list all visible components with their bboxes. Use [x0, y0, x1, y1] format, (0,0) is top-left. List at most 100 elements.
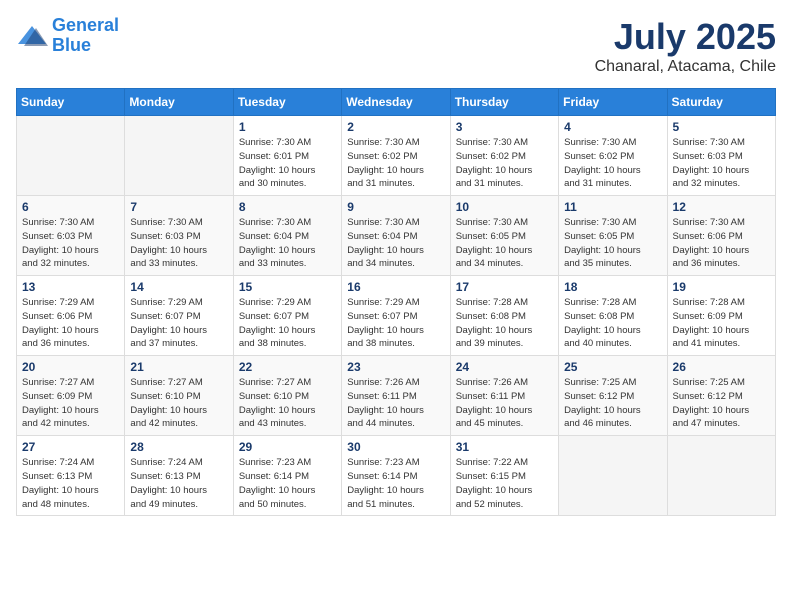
day-info: Sunrise: 7:30 AM Sunset: 6:06 PM Dayligh… — [673, 216, 770, 271]
title-block: July 2025 Chanaral, Atacama, Chile — [595, 16, 776, 76]
day-info: Sunrise: 7:30 AM Sunset: 6:05 PM Dayligh… — [564, 216, 661, 271]
calendar-cell: 19Sunrise: 7:28 AM Sunset: 6:09 PM Dayli… — [667, 276, 775, 356]
day-info: Sunrise: 7:27 AM Sunset: 6:09 PM Dayligh… — [22, 376, 119, 431]
day-info: Sunrise: 7:30 AM Sunset: 6:01 PM Dayligh… — [239, 136, 336, 191]
calendar-cell — [17, 116, 125, 196]
day-number: 6 — [22, 200, 119, 214]
location-title: Chanaral, Atacama, Chile — [595, 58, 776, 76]
day-info: Sunrise: 7:30 AM Sunset: 6:02 PM Dayligh… — [347, 136, 444, 191]
calendar-week-row: 6 Sunrise: 7:30 AM Sunset: 6:03 PM Daylig… — [17, 196, 776, 276]
calendar-cell: 12 Sunrise: 7:30 AM Sunset: 6:06 PM Dayli… — [667, 196, 775, 276]
day-info: Sunrise: 7:27 AM Sunset: 6:10 PM Dayligh… — [130, 376, 227, 431]
calendar-cell: 27Sunrise: 7:24 AM Sunset: 6:13 PM Dayli… — [17, 436, 125, 516]
day-info: Sunrise: 7:27 AM Sunset: 6:10 PM Dayligh… — [239, 376, 336, 431]
day-info: Sunrise: 7:29 AM Sunset: 6:06 PM Dayligh… — [22, 296, 119, 351]
calendar-cell: 9Sunrise: 7:30 AM Sunset: 6:04 PM Daylig… — [342, 196, 450, 276]
day-number: 24 — [456, 360, 553, 374]
calendar-cell: 15 Sunrise: 7:29 AM Sunset: 6:07 PM Dayli… — [233, 276, 341, 356]
day-info: Sunrise: 7:29 AM Sunset: 6:07 PM Dayligh… — [130, 296, 227, 351]
calendar-cell: 7Sunrise: 7:30 AM Sunset: 6:03 PM Daylig… — [125, 196, 233, 276]
calendar-week-row: 20 Sunrise: 7:27 AM Sunset: 6:09 PM Dayli… — [17, 356, 776, 436]
logo-text: General Blue — [52, 16, 119, 56]
page-header: General Blue July 2025 Chanaral, Atacama… — [16, 16, 776, 76]
calendar-cell: 22 Sunrise: 7:27 AM Sunset: 6:10 PM Dayli… — [233, 356, 341, 436]
calendar-cell: 18 Sunrise: 7:28 AM Sunset: 6:08 PM Dayli… — [559, 276, 667, 356]
day-info: Sunrise: 7:28 AM Sunset: 6:08 PM Dayligh… — [564, 296, 661, 351]
day-number: 30 — [347, 440, 444, 454]
day-info: Sunrise: 7:23 AM Sunset: 6:14 PM Dayligh… — [347, 456, 444, 511]
calendar-cell: 11 Sunrise: 7:30 AM Sunset: 6:05 PM Dayli… — [559, 196, 667, 276]
day-number: 18 — [564, 280, 661, 294]
day-info: Sunrise: 7:26 AM Sunset: 6:11 PM Dayligh… — [347, 376, 444, 431]
month-title: July 2025 — [595, 16, 776, 58]
day-number: 29 — [239, 440, 336, 454]
calendar-cell: 4Sunrise: 7:30 AM Sunset: 6:02 PM Daylig… — [559, 116, 667, 196]
calendar-cell: 30 Sunrise: 7:23 AM Sunset: 6:14 PM Dayli… — [342, 436, 450, 516]
calendar-table: SundayMondayTuesdayWednesdayThursdayFrid… — [16, 88, 776, 516]
day-info: Sunrise: 7:29 AM Sunset: 6:07 PM Dayligh… — [239, 296, 336, 351]
calendar-week-row: 27Sunrise: 7:24 AM Sunset: 6:13 PM Dayli… — [17, 436, 776, 516]
calendar-cell: 2Sunrise: 7:30 AM Sunset: 6:02 PM Daylig… — [342, 116, 450, 196]
calendar-cell: 5Sunrise: 7:30 AM Sunset: 6:03 PM Daylig… — [667, 116, 775, 196]
day-info: Sunrise: 7:25 AM Sunset: 6:12 PM Dayligh… — [673, 376, 770, 431]
day-number: 21 — [130, 360, 227, 374]
calendar-cell: 21 Sunrise: 7:27 AM Sunset: 6:10 PM Dayli… — [125, 356, 233, 436]
weekday-header: Tuesday — [233, 89, 341, 116]
day-info: Sunrise: 7:24 AM Sunset: 6:13 PM Dayligh… — [22, 456, 119, 511]
logo-icon — [16, 24, 48, 48]
calendar-cell: 8 Sunrise: 7:30 AM Sunset: 6:04 PM Daylig… — [233, 196, 341, 276]
day-info: Sunrise: 7:23 AM Sunset: 6:14 PM Dayligh… — [239, 456, 336, 511]
calendar-cell: 29 Sunrise: 7:23 AM Sunset: 6:14 PM Dayli… — [233, 436, 341, 516]
day-info: Sunrise: 7:30 AM Sunset: 6:04 PM Dayligh… — [239, 216, 336, 271]
day-number: 13 — [22, 280, 119, 294]
day-number: 15 — [239, 280, 336, 294]
calendar-cell: 13 Sunrise: 7:29 AM Sunset: 6:06 PM Dayli… — [17, 276, 125, 356]
calendar-cell: 31Sunrise: 7:22 AM Sunset: 6:15 PM Dayli… — [450, 436, 558, 516]
day-number: 26 — [673, 360, 770, 374]
weekday-header: Monday — [125, 89, 233, 116]
day-info: Sunrise: 7:30 AM Sunset: 6:05 PM Dayligh… — [456, 216, 553, 271]
day-info: Sunrise: 7:30 AM Sunset: 6:03 PM Dayligh… — [22, 216, 119, 271]
calendar-cell: 14 Sunrise: 7:29 AM Sunset: 6:07 PM Dayli… — [125, 276, 233, 356]
calendar-cell: 17Sunrise: 7:28 AM Sunset: 6:08 PM Dayli… — [450, 276, 558, 356]
calendar-cell: 26 Sunrise: 7:25 AM Sunset: 6:12 PM Dayli… — [667, 356, 775, 436]
day-number: 31 — [456, 440, 553, 454]
weekday-header: Sunday — [17, 89, 125, 116]
day-info: Sunrise: 7:29 AM Sunset: 6:07 PM Dayligh… — [347, 296, 444, 351]
day-number: 8 — [239, 200, 336, 214]
day-info: Sunrise: 7:24 AM Sunset: 6:13 PM Dayligh… — [130, 456, 227, 511]
weekday-header: Friday — [559, 89, 667, 116]
calendar-cell: 28 Sunrise: 7:24 AM Sunset: 6:13 PM Dayli… — [125, 436, 233, 516]
day-number: 28 — [130, 440, 227, 454]
day-number: 10 — [456, 200, 553, 214]
day-number: 1 — [239, 120, 336, 134]
day-info: Sunrise: 7:25 AM Sunset: 6:12 PM Dayligh… — [564, 376, 661, 431]
day-number: 9 — [347, 200, 444, 214]
calendar-cell: 23Sunrise: 7:26 AM Sunset: 6:11 PM Dayli… — [342, 356, 450, 436]
day-number: 20 — [22, 360, 119, 374]
day-number: 12 — [673, 200, 770, 214]
day-number: 22 — [239, 360, 336, 374]
calendar-cell: 25 Sunrise: 7:25 AM Sunset: 6:12 PM Dayli… — [559, 356, 667, 436]
weekday-header-row: SundayMondayTuesdayWednesdayThursdayFrid… — [17, 89, 776, 116]
day-number: 25 — [564, 360, 661, 374]
calendar-cell — [125, 116, 233, 196]
day-number: 17 — [456, 280, 553, 294]
day-number: 7 — [130, 200, 227, 214]
weekday-header: Wednesday — [342, 89, 450, 116]
weekday-header: Saturday — [667, 89, 775, 116]
calendar-cell: 20 Sunrise: 7:27 AM Sunset: 6:09 PM Dayli… — [17, 356, 125, 436]
calendar-week-row: 1 Sunrise: 7:30 AM Sunset: 6:01 PM Daylig… — [17, 116, 776, 196]
weekday-header: Thursday — [450, 89, 558, 116]
calendar-cell — [559, 436, 667, 516]
day-info: Sunrise: 7:30 AM Sunset: 6:02 PM Dayligh… — [456, 136, 553, 191]
calendar-cell: 24Sunrise: 7:26 AM Sunset: 6:11 PM Dayli… — [450, 356, 558, 436]
day-number: 3 — [456, 120, 553, 134]
day-number: 11 — [564, 200, 661, 214]
day-info: Sunrise: 7:30 AM Sunset: 6:02 PM Dayligh… — [564, 136, 661, 191]
day-number: 14 — [130, 280, 227, 294]
calendar-cell — [667, 436, 775, 516]
calendar-cell: 3 Sunrise: 7:30 AM Sunset: 6:02 PM Daylig… — [450, 116, 558, 196]
calendar-cell: 6 Sunrise: 7:30 AM Sunset: 6:03 PM Daylig… — [17, 196, 125, 276]
calendar-cell: 10 Sunrise: 7:30 AM Sunset: 6:05 PM Dayli… — [450, 196, 558, 276]
